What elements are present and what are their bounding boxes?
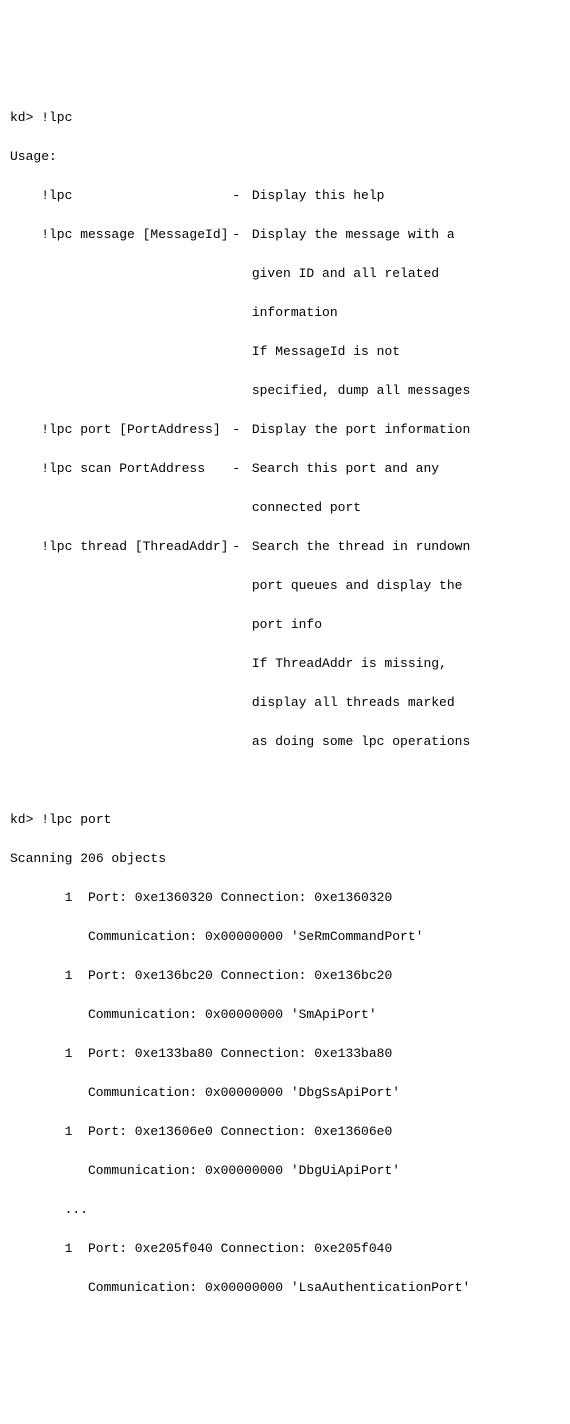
desc-text: Search this port and any	[252, 461, 439, 476]
port-row: 1 Port: 0xe205f040 Connection: 0xe205f04…	[10, 1239, 560, 1259]
port-row-comm: Communication: 0x00000000 'DbgUiApiPort'	[10, 1161, 560, 1181]
desc-text: Search the thread in rundown	[252, 539, 470, 554]
pad	[41, 693, 228, 713]
desc-cont: given ID and all related	[10, 264, 560, 284]
desc-text: display all threads marked	[252, 695, 455, 710]
desc-text: If ThreadAddr is missing,	[252, 656, 447, 671]
desc-cont: If ThreadAddr is missing,	[10, 654, 560, 674]
prompt-line: kd> !lpc port	[10, 810, 560, 830]
cmd-text: !lpc port [PortAddress]	[41, 420, 228, 440]
desc-text: as doing some lpc operations	[252, 734, 470, 749]
port-row-comm: Communication: 0x00000000 'LsaAuthentica…	[10, 1278, 560, 1298]
pad	[41, 381, 228, 401]
pad	[41, 654, 228, 674]
pad	[41, 264, 228, 284]
pad	[41, 342, 228, 362]
cmd-text: !lpc message [MessageId]	[41, 225, 228, 245]
cmd-text: !lpc	[41, 186, 228, 206]
desc-text: Display the port information	[252, 422, 470, 437]
cmd-thread-row: !lpc thread [ThreadAddr]- Search the thr…	[10, 537, 560, 557]
pad	[41, 498, 228, 518]
desc-text: connected port	[252, 500, 361, 515]
port-row-comm: Communication: 0x00000000 'SmApiPort'	[10, 1005, 560, 1025]
cmd-text: !lpc scan PortAddress	[41, 459, 228, 479]
port-row-comm: Communication: 0x00000000 'SeRmCommandPo…	[10, 927, 560, 947]
ellipsis: ...	[10, 1200, 560, 1220]
sep: -	[228, 459, 244, 479]
sep: -	[228, 420, 244, 440]
cmd-help-row: !lpc- Display this help	[10, 186, 560, 206]
cmd-message-row: !lpc message [MessageId]- Display the me…	[10, 225, 560, 245]
desc-text: information	[252, 305, 338, 320]
port-row-comm: Communication: 0x00000000 'DbgSsApiPort'	[10, 1083, 560, 1103]
blank-line	[10, 771, 560, 791]
sep: -	[228, 537, 244, 557]
pad	[41, 303, 228, 323]
cmd-port-row: !lpc port [PortAddress]- Display the por…	[10, 420, 560, 440]
cmd-text: !lpc thread [ThreadAddr]	[41, 537, 228, 557]
desc-cont: connected port	[10, 498, 560, 518]
pad	[41, 576, 228, 596]
desc-cont: display all threads marked	[10, 693, 560, 713]
desc-cont: port queues and display the	[10, 576, 560, 596]
desc-cont: port info	[10, 615, 560, 635]
prompt-line: kd> !lpc	[10, 108, 560, 128]
scan-header: Scanning 206 objects	[10, 849, 560, 869]
desc-cont: If MessageId is not	[10, 342, 560, 362]
sep: -	[228, 225, 244, 245]
desc-cont: information	[10, 303, 560, 323]
port-row: 1 Port: 0xe13606e0 Connection: 0xe13606e…	[10, 1122, 560, 1142]
usage-header: Usage:	[10, 147, 560, 167]
desc-text: Display this help	[252, 188, 385, 203]
desc-text: port queues and display the	[252, 578, 463, 593]
port-row: 1 Port: 0xe136bc20 Connection: 0xe136bc2…	[10, 966, 560, 986]
port-row: 1 Port: 0xe1360320 Connection: 0xe136032…	[10, 888, 560, 908]
desc-text: specified, dump all messages	[252, 383, 470, 398]
desc-text: Display the message with a	[252, 227, 455, 242]
desc-text: given ID and all related	[252, 266, 439, 281]
cmd-scan-row: !lpc scan PortAddress- Search this port …	[10, 459, 560, 479]
desc-text: port info	[252, 617, 322, 632]
desc-cont: specified, dump all messages	[10, 381, 560, 401]
sep: -	[228, 186, 244, 206]
pad	[41, 732, 228, 752]
desc-text: If MessageId is not	[252, 344, 400, 359]
pad	[41, 615, 228, 635]
terminal-output: kd> !lpc Usage: !lpc- Display this help …	[10, 88, 560, 1317]
desc-cont: as doing some lpc operations	[10, 732, 560, 752]
port-row: 1 Port: 0xe133ba80 Connection: 0xe133ba8…	[10, 1044, 560, 1064]
